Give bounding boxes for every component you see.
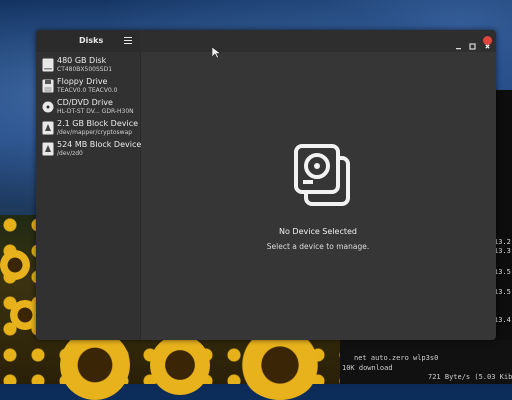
device-path: /dev/mapper/cryptoswap bbox=[57, 129, 133, 136]
device-item-480gb-disk[interactable]: 480 GB Disk CT480BX500SSD1 bbox=[36, 54, 140, 76]
sunflower bbox=[240, 330, 320, 400]
close-button[interactable] bbox=[483, 36, 492, 49]
mouse-pointer-icon bbox=[211, 44, 222, 63]
sunflower bbox=[150, 335, 210, 395]
device-name: 524 MB Block Device bbox=[57, 140, 142, 149]
device-model: CT480BX500SSD1 bbox=[57, 66, 113, 73]
device-model: HL-DT-ST DV... GDR-H30N bbox=[57, 108, 134, 115]
terminal-status-panel: net auto.zero wlp3s0 10K download 721 By… bbox=[340, 340, 512, 384]
sidebar-header: Disks bbox=[36, 30, 140, 52]
terminal-line: net auto.zero wlp3s0 bbox=[354, 354, 439, 362]
terminal-value: 13.2 bbox=[494, 238, 511, 246]
device-model: TEACV0.0 TEACV0.0 bbox=[57, 87, 118, 94]
device-item-floppy[interactable]: Floppy Drive TEACV0.0 TEACV0.0 bbox=[36, 75, 140, 97]
device-item-524mb-block[interactable]: 524 MB Block Device /dev/zd0 bbox=[36, 138, 142, 160]
optical-disc-icon bbox=[42, 99, 54, 113]
main-header-bar bbox=[140, 30, 496, 52]
block-device-icon bbox=[42, 120, 54, 135]
terminal-line: 10K download bbox=[342, 364, 393, 372]
terminal-value: 13.5 bbox=[494, 268, 511, 276]
device-item-2-1gb-block[interactable]: 2.1 GB Block Device /dev/mapper/cryptosw… bbox=[36, 117, 140, 139]
disk-icon bbox=[42, 57, 54, 72]
disks-window: Disks 480 GB Disk CT480BX500SSD1 Floppy … bbox=[36, 30, 496, 340]
device-name: 480 GB Disk bbox=[57, 56, 107, 65]
minimize-button[interactable] bbox=[454, 36, 463, 50]
empty-state-subtitle: Select a device to manage. bbox=[266, 242, 370, 251]
device-name: Floppy Drive bbox=[57, 77, 108, 86]
floppy-icon bbox=[42, 78, 54, 93]
sunflower bbox=[0, 250, 30, 280]
block-device-icon bbox=[42, 141, 54, 156]
app-title: Disks bbox=[79, 36, 104, 45]
terminal-line: 721 Byte/s (5.03 Kibp bbox=[428, 373, 512, 381]
empty-state-title: No Device Selected bbox=[278, 227, 357, 236]
device-name: CD/DVD Drive bbox=[57, 98, 113, 107]
device-name: 2.1 GB Block Device bbox=[57, 119, 139, 128]
maximize-button[interactable] bbox=[468, 36, 477, 50]
device-sidebar: Disks 480 GB Disk CT480BX500SSD1 Floppy … bbox=[36, 30, 141, 340]
terminal-value: 13.5 bbox=[494, 288, 511, 296]
hamburger-menu-icon[interactable] bbox=[124, 37, 132, 45]
terminal-value: 13.3 bbox=[494, 247, 511, 255]
no-device-disks-icon bbox=[292, 142, 352, 208]
sunflower bbox=[60, 330, 130, 400]
terminal-value: 13.4 bbox=[494, 316, 511, 324]
device-item-cd-dvd[interactable]: CD/DVD Drive HL-DT-ST DV... GDR-H30N bbox=[36, 96, 140, 118]
device-path: /dev/zd0 bbox=[57, 150, 83, 157]
